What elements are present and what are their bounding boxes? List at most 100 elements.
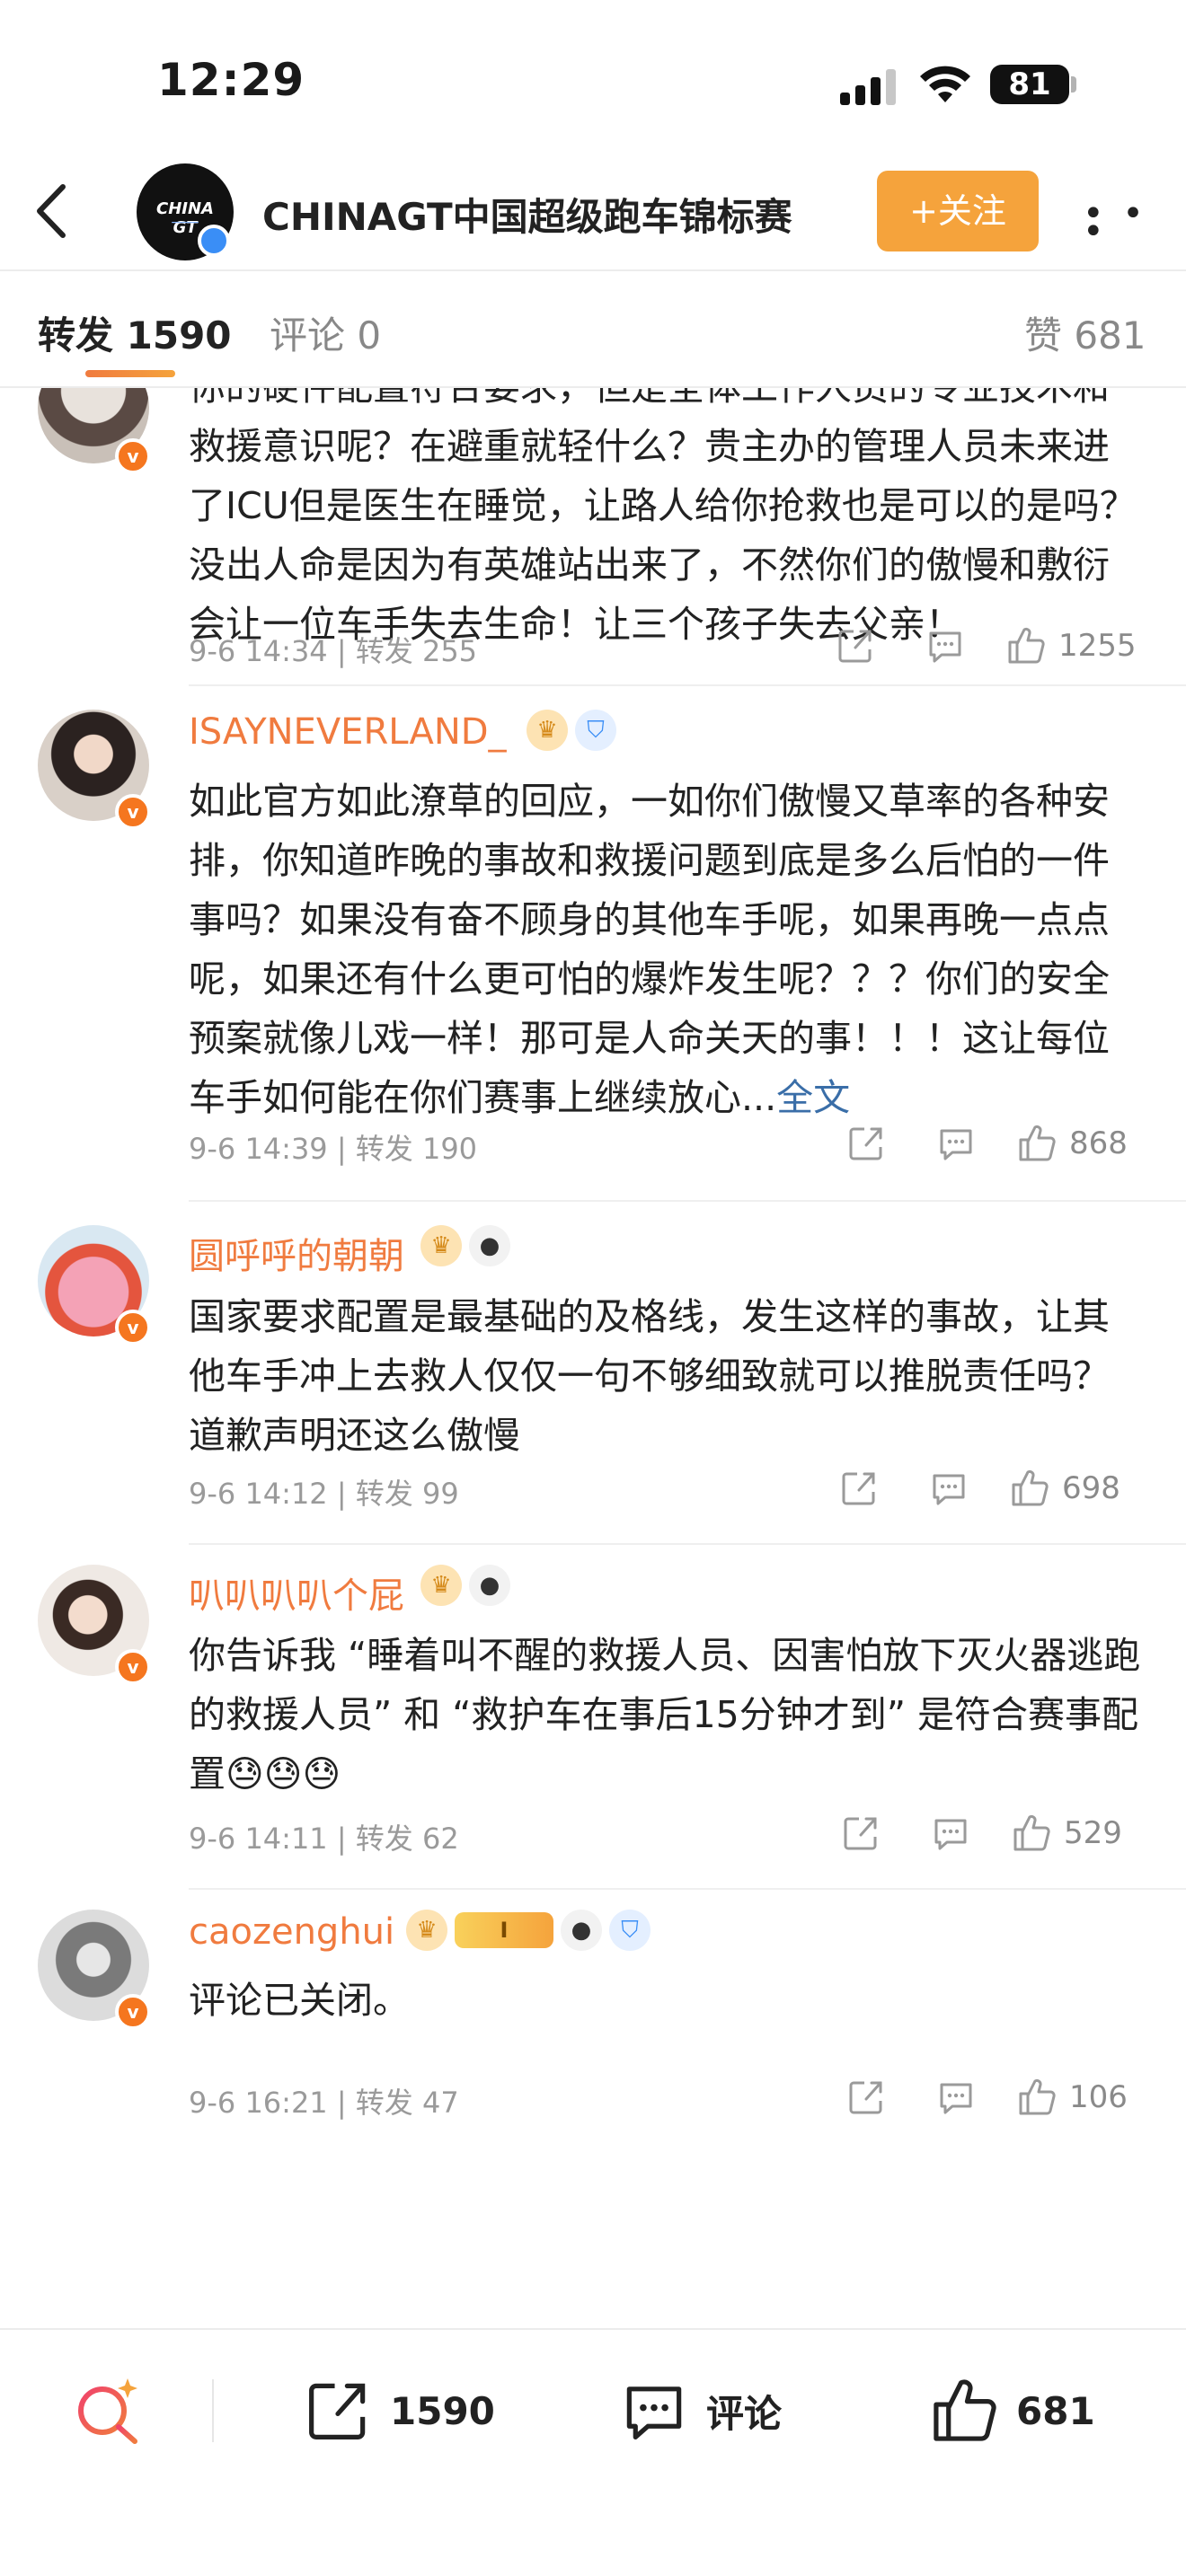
like-count: 1255 bbox=[1058, 628, 1137, 664]
comment-icon bbox=[940, 1129, 972, 1160]
list-item: v 叭叭叭叭个屁 ♛ ● 你告诉我 “睡着叫不醒的救援人员、因害怕放下灭火器逃跑… bbox=[0, 1547, 1186, 1890]
item-actions: 529 bbox=[832, 1811, 1155, 1856]
share-button[interactable] bbox=[839, 1466, 879, 1511]
list-item: v ISAYNEVERLAND_ ♛ ⛉ 如此官方如此潦草的回应，一如你们傲慢又… bbox=[0, 686, 1186, 1202]
like-count: 698 bbox=[1062, 1470, 1120, 1506]
user-badges: ♛ I ● ⛉ bbox=[406, 1908, 651, 1953]
verified-orange-icon: v bbox=[115, 1310, 151, 1345]
bottom-comment-label: 评论 bbox=[706, 2391, 783, 2436]
share-icon bbox=[309, 2383, 366, 2439]
bottom-bar-separator bbox=[212, 2379, 214, 2442]
comment-text: 评论已关闭。 bbox=[189, 1979, 410, 2022]
list-item: v caozenghui ♛ I ● ⛉ 评论已关闭。 9-6 16:21 | … bbox=[0, 1892, 1186, 2161]
item-meta: 9-6 14:11 | 转发 62 bbox=[189, 1822, 459, 1856]
crown-badge-icon: ♛ bbox=[420, 1225, 462, 1266]
bottom-comment-button[interactable]: 评论 bbox=[620, 2375, 782, 2447]
like-button[interactable]: 106 bbox=[1017, 2075, 1128, 2120]
user-badges: ♛ ● bbox=[420, 1563, 510, 1608]
verified-orange-icon: v bbox=[115, 1994, 151, 2030]
share-button[interactable] bbox=[846, 2075, 886, 2120]
status-bar: 12:29 81 bbox=[0, 0, 1186, 153]
verified-orange-icon: v bbox=[115, 438, 151, 474]
thumbs-up-icon bbox=[1008, 627, 1045, 664]
like-count: 106 bbox=[1069, 2079, 1128, 2115]
item-actions: 868 bbox=[837, 1121, 1161, 1166]
share-icon bbox=[844, 1817, 877, 1850]
username[interactable]: ISAYNEVERLAND_ bbox=[189, 711, 507, 753]
like-count: 529 bbox=[1064, 1815, 1122, 1851]
follow-button[interactable]: +关注 bbox=[877, 171, 1039, 251]
comment-button[interactable] bbox=[931, 1811, 970, 1856]
comment-text: 你告诉我 “睡着叫不醒的救援人员、因害怕放下灭火器逃跑的救援人员” 和 “救护车… bbox=[189, 1626, 1141, 1804]
item-actions: 1255 bbox=[827, 623, 1150, 668]
tab-repost[interactable]: 转发 1590 bbox=[38, 305, 232, 360]
share-button[interactable] bbox=[846, 1121, 886, 1166]
battery-indicator: 81 bbox=[990, 65, 1069, 104]
thumbs-up-icon bbox=[1013, 1814, 1050, 1851]
like-count: 868 bbox=[1069, 1125, 1128, 1161]
bottom-like-count: 681 bbox=[1016, 2388, 1095, 2433]
battery-cap bbox=[1071, 76, 1076, 93]
username[interactable]: 圆呼呼的朝朝 bbox=[189, 1227, 404, 1279]
status-time: 12:29 bbox=[157, 54, 305, 106]
repost-list[interactable]: v 你的硬件配置符合要求，但是全体工作人员的专业技术和救援意识呢？在避重就轻什么… bbox=[0, 388, 1186, 2328]
comment-button[interactable] bbox=[936, 2075, 976, 2120]
panda-badge-icon: ● bbox=[469, 1565, 510, 1606]
more-options-icon[interactable]: • • • bbox=[1083, 196, 1186, 250]
item-meta: 9-6 14:34 | 转发 255 bbox=[189, 634, 478, 668]
like-button[interactable]: 698 bbox=[1010, 1466, 1120, 1511]
comment-icon bbox=[934, 1819, 967, 1850]
comment-icon bbox=[626, 2386, 682, 2439]
shield-badge-icon: ⛉ bbox=[575, 710, 616, 751]
thumbs-up-icon bbox=[1019, 1125, 1056, 1161]
comment-icon bbox=[940, 2083, 972, 2114]
comment-icon bbox=[933, 1474, 965, 1505]
share-icon bbox=[849, 2081, 882, 2114]
comment-text: 你的硬件配置符合要求，但是全体工作人员的专业技术和救援意识呢？在避重就轻什么？贵… bbox=[189, 388, 1137, 646]
comment-text: 如此官方如此潦草的回应，一如你们傲慢又草率的各种安排，你知道昨晚的事故和救援问题… bbox=[189, 772, 1141, 1127]
share-icon bbox=[842, 1472, 875, 1505]
tab-comment[interactable]: 评论 0 bbox=[270, 305, 381, 360]
tab-like[interactable]: 赞 681 bbox=[1024, 305, 1146, 360]
comment-button[interactable] bbox=[925, 623, 965, 668]
item-divider bbox=[189, 1543, 1186, 1545]
item-meta: 9-6 14:39 | 转发 190 bbox=[189, 1132, 478, 1166]
comment-icon bbox=[929, 631, 961, 663]
shield-badge-icon: ⛉ bbox=[609, 1910, 651, 1951]
active-tab-indicator bbox=[85, 370, 175, 377]
bottom-repost-count: 1590 bbox=[390, 2388, 495, 2433]
thumbs-up-icon bbox=[1012, 1469, 1049, 1506]
share-button[interactable] bbox=[836, 623, 875, 668]
user-badges: ♛ ⛉ bbox=[527, 708, 616, 753]
like-button[interactable]: 529 bbox=[1012, 1811, 1122, 1856]
page-header: CHINA GT ━━━━━━━ CHINAGT中国超级跑车锦标赛 +关注 • … bbox=[0, 153, 1186, 269]
wifi-icon bbox=[920, 66, 970, 102]
like-button[interactable]: 868 bbox=[1017, 1121, 1128, 1166]
comment-button[interactable] bbox=[929, 1466, 969, 1511]
share-button[interactable] bbox=[841, 1811, 881, 1856]
item-meta: 9-6 14:12 | 转发 99 bbox=[189, 1477, 459, 1511]
thumbs-up-icon bbox=[934, 2379, 996, 2441]
list-item: v 圆呼呼的朝朝 ♛ ● 国家要求配置是最基础的及格线，发生这样的事故，让其他车… bbox=[0, 1202, 1186, 1545]
panda-badge-icon: ● bbox=[561, 1910, 602, 1951]
expand-full-text-link[interactable]: 全文 bbox=[776, 1076, 850, 1119]
search-sparkle-icon[interactable] bbox=[72, 2375, 144, 2447]
username[interactable]: caozenghui bbox=[189, 1911, 394, 1953]
username[interactable]: 叭叭叭叭个屁 bbox=[189, 1566, 404, 1619]
back-arrow-icon[interactable] bbox=[27, 180, 81, 243]
verified-orange-icon: v bbox=[115, 794, 151, 830]
crown-badge-icon: ♛ bbox=[420, 1565, 462, 1606]
level-badge: I bbox=[455, 1912, 553, 1948]
user-badges: ♛ ● bbox=[420, 1223, 510, 1268]
verified-orange-icon: v bbox=[115, 1649, 151, 1685]
like-button[interactable]: 1255 bbox=[1006, 623, 1137, 668]
comment-button[interactable] bbox=[936, 1121, 976, 1166]
verified-blue-icon bbox=[198, 225, 230, 257]
list-item: v 你的硬件配置符合要求，但是全体工作人员的专业技术和救援意识呢？在避重就轻什么… bbox=[0, 388, 1186, 686]
bottom-repost-button[interactable]: 1590 bbox=[304, 2375, 495, 2447]
share-icon bbox=[838, 630, 872, 663]
bottom-like-button[interactable]: 681 bbox=[930, 2375, 1095, 2447]
comment-text-body: 如此官方如此潦草的回应，一如你们傲慢又草率的各种安排，你知道昨晚的事故和救援问题… bbox=[189, 780, 1110, 1119]
item-meta: 9-6 16:21 | 转发 47 bbox=[189, 2086, 459, 2120]
item-divider bbox=[189, 1888, 1186, 1890]
